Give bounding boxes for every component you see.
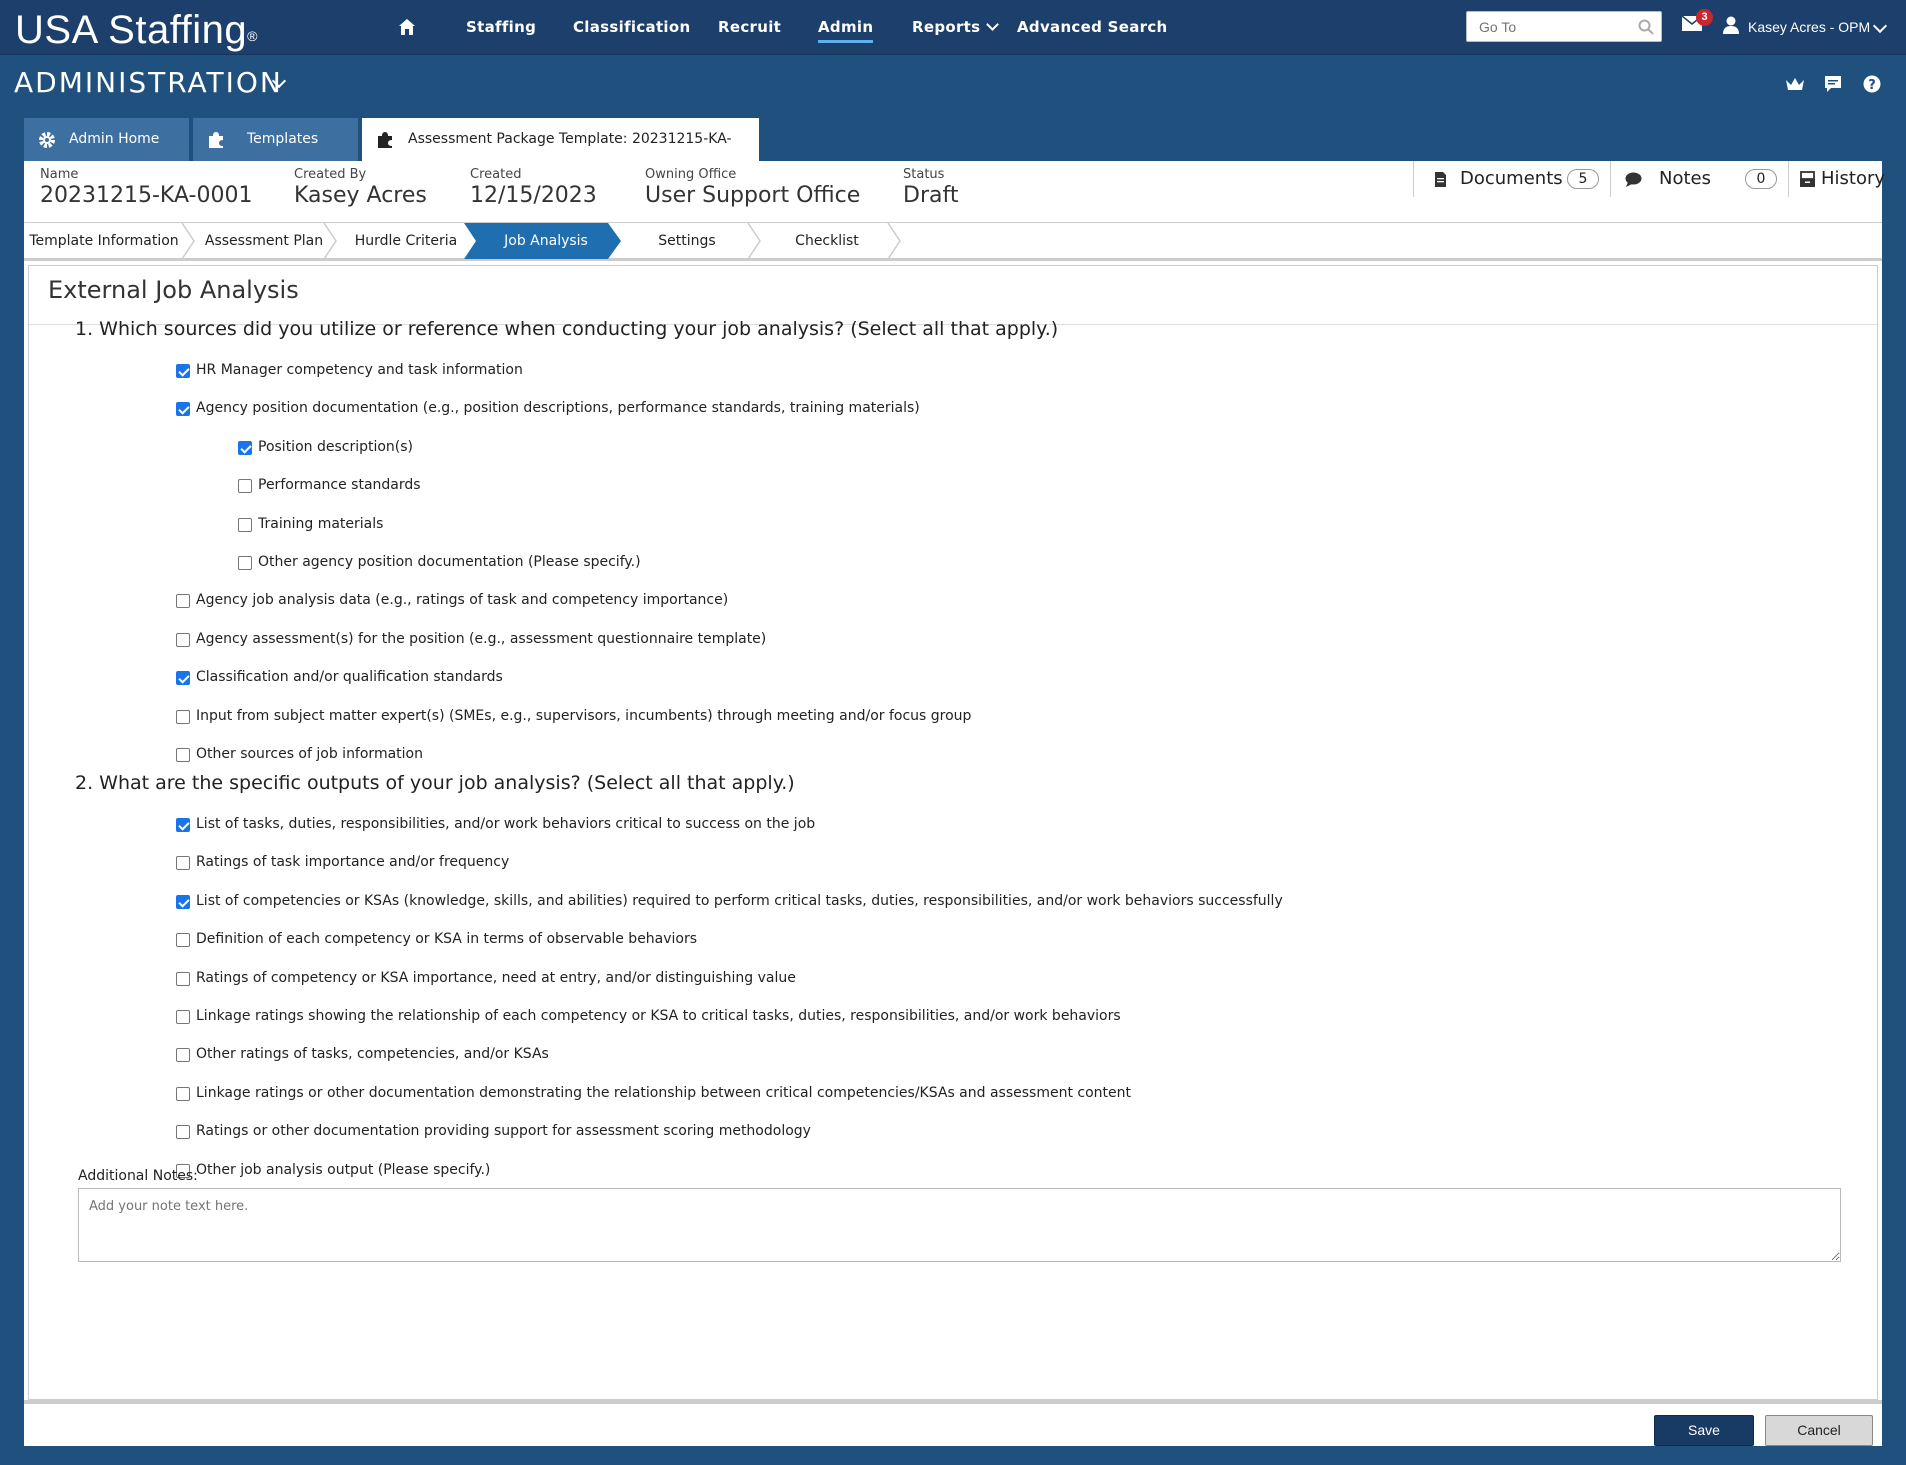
documents-count: 5 <box>1567 169 1599 189</box>
checkbox-label[interactable]: Definition of each competency or KSA in … <box>196 931 697 947</box>
documents-button[interactable]: Documents 5 <box>1413 161 1610 197</box>
nav-staffing[interactable]: Staffing <box>466 0 536 55</box>
chevron-down-icon <box>986 18 1000 31</box>
checkbox-label[interactable]: HR Manager competency and task informati… <box>196 362 523 378</box>
checkbox[interactable] <box>238 556 252 570</box>
checkbox[interactable] <box>176 402 190 417</box>
nav-advanced-search[interactable]: Advanced Search <box>1017 0 1168 55</box>
checkbox-label[interactable]: Other agency position documentation (Ple… <box>258 554 641 570</box>
form-footer: Save Cancel <box>24 1400 1882 1446</box>
history-button[interactable]: History <box>1788 161 1885 197</box>
step-assessment-plan[interactable]: Assessment Plan <box>192 223 336 259</box>
checkbox[interactable] <box>176 818 190 832</box>
checkbox[interactable] <box>176 856 190 871</box>
checkbox-label[interactable]: Performance standards <box>258 477 421 493</box>
section-title[interactable]: ADMINISTRATION <box>14 66 283 99</box>
checkbox[interactable] <box>176 671 190 686</box>
chevron-down-icon[interactable] <box>1872 18 1888 34</box>
tab-admin-home[interactable]: Admin Home <box>24 118 189 161</box>
checkbox-label[interactable]: List of competencies or KSAs (knowledge,… <box>196 893 1283 909</box>
user-icon[interactable] <box>1722 16 1740 34</box>
tab-templates[interactable]: Templates <box>193 118 358 161</box>
checkbox-label[interactable]: Other job analysis output (Please specif… <box>196 1162 490 1178</box>
checkbox[interactable] <box>176 594 190 609</box>
form-title: External Job Analysis <box>48 276 299 304</box>
checkbox-label[interactable]: List of tasks, duties, responsibilities,… <box>196 816 815 832</box>
checkbox[interactable] <box>238 479 252 494</box>
meta-created: Created 12/15/2023 <box>470 167 597 208</box>
checkbox[interactable] <box>176 933 190 948</box>
checkbox-label[interactable]: Agency assessment(s) for the position (e… <box>196 631 766 647</box>
checkbox-label[interactable]: Input from subject matter expert(s) (SME… <box>196 708 971 724</box>
checkbox[interactable] <box>176 971 190 986</box>
user-menu[interactable]: Kasey Acres - OPM <box>1748 0 1870 55</box>
job-analysis-form: External Job Analysis 1. Which sources d… <box>28 265 1878 1400</box>
checkbox[interactable] <box>176 1125 190 1140</box>
cancel-button[interactable]: Cancel <box>1765 1415 1873 1446</box>
step-separator <box>887 223 901 259</box>
puzzle-icon <box>378 132 392 148</box>
checkbox[interactable] <box>176 1010 190 1024</box>
step-template-information[interactable]: Template Information <box>24 223 184 259</box>
tab-assessment-package-template[interactable]: Assessment Package Template: 20231215-KA… <box>362 118 759 190</box>
checkbox-label[interactable]: Other ratings of tasks, competencies, an… <box>196 1046 549 1062</box>
puzzle-icon <box>209 132 223 148</box>
checkbox-label[interactable]: Ratings of task importance and/or freque… <box>196 854 509 870</box>
question-1: 1. Which sources did you utilize or refe… <box>75 318 1059 340</box>
home-icon[interactable] <box>398 18 416 36</box>
crown-icon[interactable] <box>1785 74 1805 94</box>
checkbox[interactable] <box>238 440 252 455</box>
meta-status: Status Draft <box>903 167 959 208</box>
step-settings[interactable]: Settings <box>622 223 752 259</box>
checkbox[interactable] <box>176 364 190 378</box>
checkbox-label[interactable]: Ratings or other documentation providing… <box>196 1123 811 1139</box>
help-icon[interactable]: ? <box>1862 74 1882 94</box>
checkbox[interactable] <box>176 1086 190 1101</box>
checkbox-label[interactable]: Other sources of job information <box>196 746 423 762</box>
nav-recruit[interactable]: Recruit <box>718 0 781 55</box>
checkbox-label[interactable]: Ratings of competency or KSA importance,… <box>196 970 796 986</box>
content-panel: Name 20231215-KA-0001 Created By Kasey A… <box>24 161 1885 1446</box>
additional-notes-label: Additional Notes: <box>78 1168 198 1184</box>
top-navigation-bar: USA Staffing® Staffing Classification Re… <box>0 0 1906 55</box>
notes-count: 0 <box>1745 169 1777 189</box>
document-icon <box>1435 172 1446 187</box>
step-job-analysis[interactable]: Job Analysis <box>476 223 616 259</box>
question-2: 2. What are the specific outputs of your… <box>75 772 795 794</box>
notes-button[interactable]: Notes 0 <box>1610 161 1788 197</box>
meta-owning-office: Owning Office User Support Office <box>645 167 861 208</box>
additional-notes-textarea[interactable] <box>78 1188 1841 1262</box>
checkbox[interactable] <box>176 894 190 909</box>
step-hurdle-criteria[interactable]: Hurdle Criteria <box>336 223 476 259</box>
mail-count-badge: 3 <box>1696 9 1713 26</box>
checkbox-label[interactable]: Linkage ratings showing the relationship… <box>196 1008 1121 1024</box>
checkbox[interactable] <box>176 632 190 647</box>
save-button[interactable]: Save <box>1654 1415 1754 1446</box>
checkbox-label[interactable]: Agency position documentation (e.g., pos… <box>196 400 920 416</box>
svg-text:?: ? <box>1868 78 1876 93</box>
nav-classification[interactable]: Classification <box>573 0 690 55</box>
checkbox[interactable] <box>238 517 252 532</box>
checkbox-label[interactable]: Training materials <box>258 516 383 532</box>
search-icon[interactable] <box>1638 19 1654 35</box>
checkbox-label[interactable]: Agency job analysis data (e.g., ratings … <box>196 592 728 608</box>
checkbox[interactable] <box>176 1048 190 1063</box>
checkbox[interactable] <box>176 709 190 724</box>
goto-input[interactable] <box>1466 11 1662 42</box>
step-checklist[interactable]: Checklist <box>762 223 892 259</box>
nav-admin[interactable]: Admin <box>818 0 874 55</box>
checkbox-label[interactable]: Linkage ratings or other documentation d… <box>196 1085 1131 1101</box>
checkbox[interactable] <box>176 748 190 762</box>
chat-icon[interactable] <box>1823 74 1843 94</box>
nav-reports[interactable]: Reports <box>912 0 1000 55</box>
checkbox-label[interactable]: Classification and/or qualification stan… <box>196 669 503 685</box>
gear-icon <box>39 132 55 148</box>
usa-staffing-logo[interactable]: USA Staffing® <box>15 6 258 54</box>
meta-created-by: Created By Kasey Acres <box>294 167 427 208</box>
archive-icon <box>1800 171 1815 187</box>
checkbox-label[interactable]: Position description(s) <box>258 439 413 455</box>
meta-name: Name 20231215-KA-0001 <box>40 167 253 208</box>
step-navigation: Template Information Assessment Plan Hur… <box>24 223 1882 261</box>
comment-icon <box>1625 172 1642 187</box>
